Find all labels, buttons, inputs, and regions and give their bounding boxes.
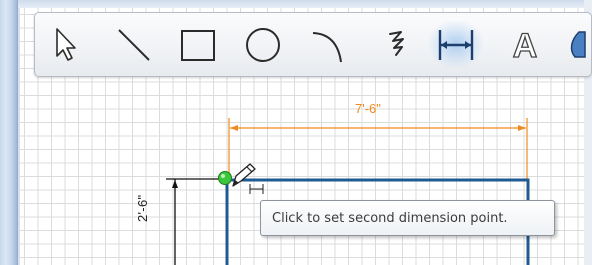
horizontal-dimension-label: 7'-6": [355, 101, 381, 116]
snap-point: [218, 171, 232, 185]
horizontal-dimension-line: [228, 118, 528, 180]
tooltip: Click to set second dimension point.: [260, 200, 555, 236]
app-window: A 7'-6" 2'-6" Click to set second dimens…: [0, 0, 592, 265]
pencil-cursor-icon: [232, 163, 256, 187]
vertical-dimension-label: 2'-6": [135, 194, 150, 222]
dimension-cursor-icon: [249, 184, 264, 194]
vertical-dimension-line: [166, 178, 226, 265]
tooltip-text: Click to set second dimension point.: [272, 210, 508, 226]
